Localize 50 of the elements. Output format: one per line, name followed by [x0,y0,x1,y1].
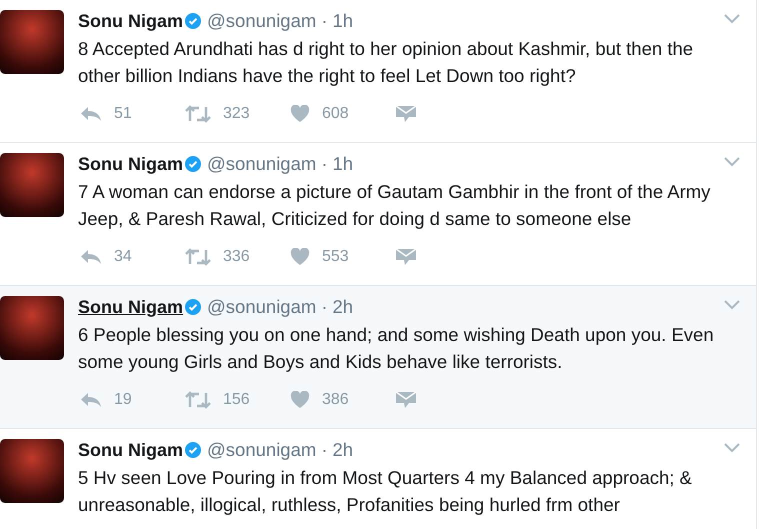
reply-icon[interactable] [80,249,102,265]
user-name[interactable]: Sonu Nigam [78,436,184,464]
tweet-card[interactable]: Sonu Nigam @sonunigam · 2h 6 People blessing you on one hand; and some wishing Death upon you. Even some young Girls and Boys and Kids behave like terrorists. 19 156 386 [0,286,756,429]
user-name[interactable]: Sonu Nigam [78,8,184,34]
separator-dot: · [321,438,328,462]
retweet-count: 156 [223,390,250,410]
tweet-time[interactable]: 2h [332,436,354,464]
chevron-down-icon[interactable] [724,300,740,310]
tweet-time[interactable]: 2h [332,293,354,321]
tweet-time[interactable]: 1h [332,7,354,35]
avatar-placeholder[interactable] [0,153,64,217]
retweet-icon[interactable] [185,105,211,123]
heart-icon[interactable] [290,248,310,266]
retweet-icon[interactable] [185,391,211,409]
user-handle[interactable]: @sonunigam [207,293,316,321]
heart-icon[interactable] [290,105,310,123]
user-name[interactable]: Sonu Nigam [78,294,184,320]
retweet-icon[interactable] [185,248,211,266]
like-count: 553 [322,247,349,267]
envelope-icon[interactable] [395,105,417,123]
tweet-time[interactable]: 1h [332,150,354,178]
reply-count: 19 [114,390,132,410]
tweet-text: 6 People blessing you on one hand; and some wishing Death upon you. Even some young Girls and Boys and Kids behave like terrorists. [78,323,715,374]
retweet-count: 336 [223,247,250,267]
user-handle[interactable]: @sonunigam [207,7,316,35]
reply-icon[interactable] [80,106,102,122]
reply-icon[interactable] [80,392,102,408]
chevron-down-icon[interactable] [724,443,740,453]
envelope-icon[interactable] [395,248,417,266]
heart-icon[interactable] [290,391,310,409]
tweet-text: 8 Accepted Arundhati has d right to her opinion about Kashmir, but then the other billion Indians have the right to feel Let Down too right? [78,37,694,88]
tweet-text: 5 Hv seen Love Pouring in from Most Quarters 4 my Balanced approach; & unreasonable, illogical, ruthless, Profanities being hurled frm other [78,466,693,517]
like-count: 608 [322,104,349,124]
separator-dot: · [321,9,328,34]
like-count: 386 [322,390,349,410]
user-handle[interactable]: @sonunigam [207,436,316,464]
chevron-down-icon[interactable] [724,157,740,167]
separator-dot: · [321,295,328,320]
retweet-count: 323 [223,104,250,124]
avatar-placeholder[interactable] [0,10,64,74]
avatar-placeholder[interactable] [0,296,64,360]
separator-dot: · [321,152,328,176]
envelope-icon[interactable] [395,391,417,409]
avatar-placeholder[interactable] [0,439,64,503]
user-handle[interactable]: @sonunigam [207,150,316,178]
reply-count: 51 [114,104,132,124]
chevron-down-icon[interactable] [724,14,740,24]
user-name[interactable]: Sonu Nigam [78,150,184,178]
reply-count: 34 [114,247,132,267]
tweet-text: 7 A woman can endorse a picture of Gautam Gambhir in the front of the Army Jeep, & Paresh Rawal, Criticized for doing d same to someone else [78,180,712,231]
